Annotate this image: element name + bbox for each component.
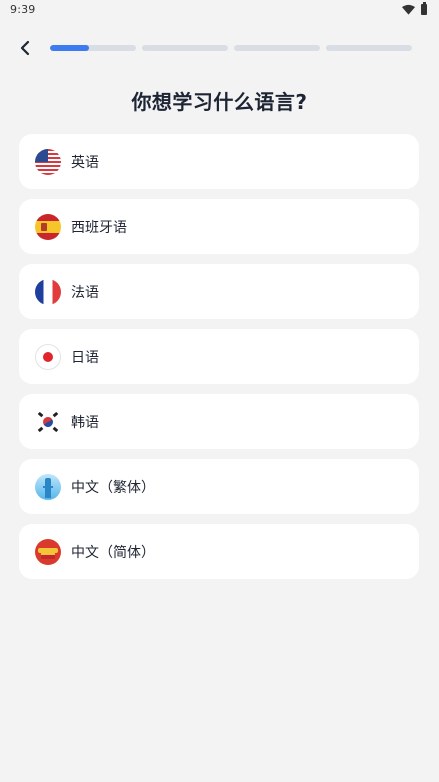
status-bar: 9:39 — [0, 0, 439, 22]
language-label: 韩语 — [71, 414, 99, 431]
progress-segment-4 — [326, 45, 412, 51]
header — [0, 30, 439, 66]
us-flag-icon — [35, 148, 61, 175]
language-label: 中文（繁体） — [71, 479, 155, 496]
language-option-french[interactable]: 法语 — [19, 264, 419, 319]
spain-flag-icon — [35, 213, 61, 240]
france-flag-icon — [35, 278, 61, 305]
wifi-icon — [402, 4, 415, 15]
language-option-chinese-traditional[interactable]: 中文（繁体） — [19, 459, 419, 514]
japan-flag-icon — [35, 343, 61, 370]
progress-segment-3 — [234, 45, 320, 51]
china-gate-icon — [35, 538, 61, 565]
language-label: 西班牙语 — [71, 219, 127, 236]
status-icons — [402, 2, 427, 15]
page-title: 你想学习什么语言? — [131, 90, 308, 114]
progress-segment-2 — [142, 45, 228, 51]
language-label: 日语 — [71, 349, 99, 366]
language-option-japanese[interactable]: 日语 — [19, 329, 419, 384]
language-option-english[interactable]: 英语 — [19, 134, 419, 189]
progress-segment-1 — [50, 45, 136, 51]
progress-fill — [50, 45, 89, 51]
language-option-korean[interactable]: 韩语 — [19, 394, 419, 449]
korea-flag-icon — [35, 408, 61, 435]
language-option-chinese-simplified[interactable]: 中文（简体） — [19, 524, 419, 579]
language-label: 英语 — [71, 154, 99, 171]
status-time: 9:39 — [10, 3, 36, 16]
back-button[interactable] — [12, 36, 38, 60]
battery-icon — [421, 2, 427, 15]
language-list: 英语 西班牙语 法语 日语 韩语 中文（繁体） 中文（简体） — [19, 134, 419, 589]
chevron-left-icon — [20, 40, 30, 56]
taipei-tower-icon — [35, 473, 61, 500]
language-label: 法语 — [71, 284, 99, 301]
language-label: 中文（简体） — [71, 544, 155, 561]
language-option-spanish[interactable]: 西班牙语 — [19, 199, 419, 254]
progress-bar — [50, 45, 412, 51]
